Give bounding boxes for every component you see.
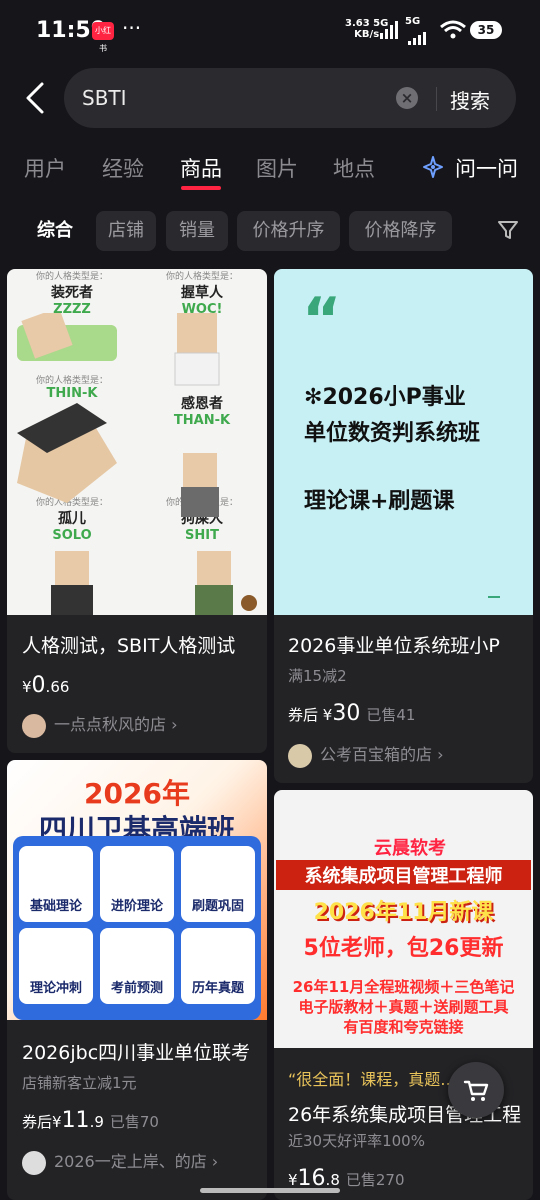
- art-year: 2026年: [84, 777, 190, 810]
- persona-top: 你的人格类型是：: [165, 272, 238, 282]
- search-box[interactable]: [64, 68, 516, 128]
- promo-text: 满15减2: [288, 667, 347, 685]
- tab-users[interactable]: 用户: [24, 153, 66, 183]
- tab-products[interactable]: 商品: [180, 153, 222, 183]
- persona-name: 装死者: [51, 285, 93, 301]
- product-image: “ ✻2026小P事业 单位数资判系统班 理论课+刷题课: [274, 269, 533, 615]
- art-tile: 进阶理论: [100, 846, 174, 922]
- search-divider: [436, 87, 437, 111]
- art-line5: 电子版教材＋真题＋送刷题工具: [298, 998, 509, 1016]
- search-button[interactable]: 搜索: [450, 85, 490, 114]
- shop-avatar: [22, 713, 46, 738]
- product-price: 券后¥11.9 已售70: [22, 1108, 159, 1133]
- persona-name: 握草人: [181, 285, 223, 301]
- shop-link[interactable]: 公考百宝箱的店 ›: [288, 741, 444, 768]
- art-tile: 基础理论: [19, 846, 93, 922]
- filter-price-desc[interactable]: 价格降序: [349, 211, 452, 251]
- tab-places[interactable]: 地点: [333, 153, 375, 183]
- filter-sales[interactable]: 销量: [166, 211, 228, 251]
- product-card[interactable]: 云晨软考 系统集成项目管理工程师 2026年11月新课 5位老师，包26更新 2…: [274, 790, 533, 1200]
- product-title: 2026事业单位系统班小P: [288, 635, 500, 657]
- battery-icon: 35: [470, 21, 502, 39]
- filter-overall[interactable]: 综合: [24, 211, 86, 251]
- home-indicator[interactable]: [200, 1188, 340, 1193]
- review-quote: “很全面！课程，真题…”: [288, 1070, 465, 1089]
- shop-avatar: [22, 1150, 46, 1175]
- shop-link[interactable]: 2026一定上岸、的店 ›: [22, 1148, 218, 1175]
- product-title: 人格测试，SBIT人格测试: [22, 635, 236, 657]
- art-line3: 理论课+刷题课: [304, 489, 455, 514]
- search-input[interactable]: SBTI: [82, 86, 127, 110]
- ask-button[interactable]: 问一问: [455, 153, 518, 183]
- ask-sparkle-icon[interactable]: [421, 155, 445, 179]
- art-line3: 5位老师，包26更新: [303, 936, 504, 961]
- art-line1: ✻2026小P事业: [304, 385, 466, 410]
- quote-mark: “: [302, 285, 342, 355]
- product-price: ¥0.66: [22, 673, 70, 698]
- filter-shops[interactable]: 店铺: [96, 211, 156, 251]
- filter-price-asc[interactable]: 价格升序: [237, 211, 340, 251]
- art-line1: 系统集成项目管理工程师: [276, 860, 531, 890]
- product-image: 云晨软考 系统集成项目管理工程师 2026年11月新课 5位老师，包26更新 2…: [274, 790, 533, 1048]
- product-price: 券后 ¥30 已售41: [288, 701, 416, 726]
- product-card[interactable]: 你的人格类型是： 装死者 ZZZZ 你的人格类型是： 握草人 WOC! 你的人格…: [7, 269, 267, 753]
- art-tile: 考前预测: [100, 928, 174, 1004]
- promo-text: 店铺新客立减1元: [22, 1074, 137, 1092]
- back-arrow-icon[interactable]: [22, 80, 50, 116]
- product-title: 2026jbc四川事业单位联考: [22, 1042, 251, 1064]
- active-tab-indicator: [181, 186, 221, 190]
- cell-signal-2-icon: [408, 26, 428, 45]
- persona-top: 你的人格类型是：: [35, 272, 108, 282]
- product-card[interactable]: “ ✻2026小P事业 单位数资判系统班 理论课+刷题课 2026事业单位系统班…: [274, 269, 533, 783]
- art-line2: 单位数资判系统班: [304, 421, 481, 446]
- wifi-icon: [440, 20, 466, 39]
- tab-images[interactable]: 图片: [256, 153, 298, 183]
- art-line6: 有百度和夸克链接: [343, 1018, 464, 1036]
- art-tile: 刷题巩固: [181, 846, 255, 922]
- clear-search-icon[interactable]: ×: [396, 87, 418, 109]
- promo-text: 近30天好评率100%: [288, 1132, 425, 1150]
- filter-funnel-icon[interactable]: [496, 218, 520, 242]
- art-dash: [488, 596, 500, 598]
- art-tile: 历年真题: [181, 928, 255, 1004]
- more-notifications-icon: ···: [122, 16, 142, 40]
- product-card[interactable]: 2026年 四川卫基高端班 基础理论 进阶理论 刷题巩固 理论冲刺 考前预测 历…: [7, 760, 267, 1200]
- shop-avatar: [288, 743, 312, 768]
- art-tile: 理论冲刺: [19, 928, 93, 1004]
- status-bar: 11:59 小红书 ··· 3.63 5G KB/s 5G 35: [0, 0, 540, 60]
- shop-link[interactable]: 一点点秋风的店 ›: [22, 711, 178, 738]
- tab-experience[interactable]: 经验: [102, 153, 144, 183]
- app-notification-icon: 小红书: [92, 22, 114, 53]
- art-line4: 26年11月全程班视频＋三色笔记: [292, 978, 515, 996]
- art-brand: 云晨软考: [374, 838, 446, 859]
- cart-icon: [463, 1080, 489, 1101]
- product-image: 2026年 四川卫基高端班 基础理论 进阶理论 刷题巩固 理论冲刺 考前预测 历…: [7, 760, 267, 1020]
- persona-figures-illustration: [17, 313, 257, 615]
- cart-button[interactable]: [448, 1062, 504, 1118]
- cell-signal-icon: [380, 20, 400, 39]
- product-image: 你的人格类型是： 装死者 ZZZZ 你的人格类型是： 握草人 WOC! 你的人格…: [7, 269, 267, 615]
- art-line2: 2026年11月新课: [313, 900, 494, 925]
